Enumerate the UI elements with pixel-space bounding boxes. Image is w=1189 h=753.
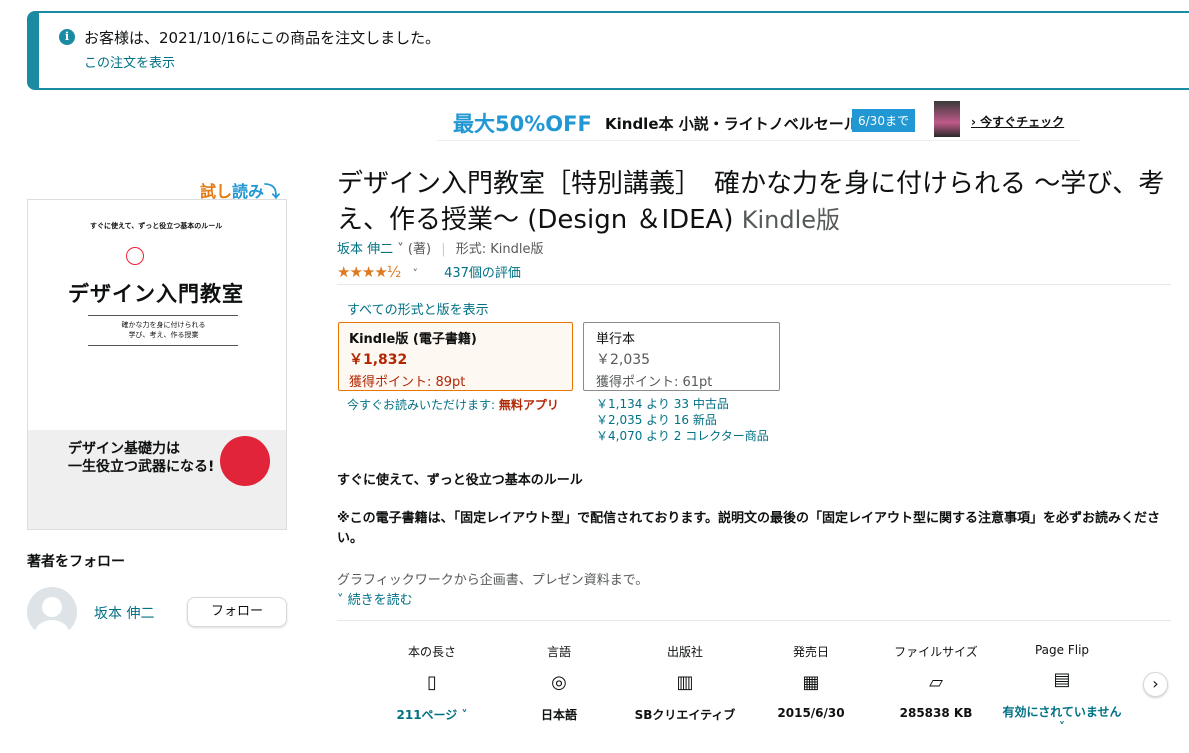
offer-used-link[interactable]: ￥1,134 より 33 中古品 — [596, 397, 729, 411]
cover-bottom-text: デザイン基礎力は 一生役立つ武器になる! — [68, 441, 215, 475]
star-rating-icon[interactable]: ★★★★½ — [337, 263, 401, 281]
order-message: お客様は、2021/10/16にこの商品を注文しました。 — [84, 29, 441, 47]
product-title: デザイン入門教室［特別講義］ 確かな力を身に付けられる ～学び、考え、作る授業～… — [337, 166, 1177, 238]
kindle-points: 獲得ポイント: 89pt — [349, 375, 466, 390]
rating-chevron-icon[interactable]: ˅ — [412, 267, 418, 280]
detail-page-flip: Page Flip ▤ 有効にされていません ˅ — [1002, 643, 1122, 734]
cover-small-text: 確かな力を身に付けられる 学び、考え、作る授業 — [121, 321, 206, 339]
title-divider — [337, 284, 1171, 285]
building-icon: ▥ — [676, 672, 694, 693]
description-note: ※この電子書籍は、「固定レイアウト型」で配信されております。説明文の最後の「固定… — [337, 511, 1161, 546]
read-now-label: 今すぐお読みいただけます: — [347, 398, 499, 412]
rating-row: ★★★★½ ˅ 437個の評価 — [337, 262, 521, 281]
cover-title: デザイン入門教室 — [68, 281, 244, 306]
offer-new-link[interactable]: ￥2,035 より 16 新品 — [596, 413, 717, 427]
rating-count-link[interactable]: 437個の評価 — [444, 266, 521, 281]
other-offers: ￥1,134 より 33 中古品 ￥2,035 より 16 新品 ￥4,070 … — [596, 396, 769, 444]
product-format-suffix: Kindle版 — [741, 206, 841, 234]
offer-collectible-link[interactable]: ￥4,070 より 2 コレクター商品 — [596, 429, 769, 443]
book-pages-icon: ▯ — [427, 672, 437, 693]
paper-price: ￥2,035 — [596, 352, 651, 368]
author-avatar[interactable] — [27, 587, 77, 637]
kindle-format-name: Kindle版 (電子書籍) — [349, 332, 477, 347]
detail-label: ファイルサイズ — [894, 645, 978, 659]
cover-rule-bottom — [88, 345, 238, 346]
cover-stamp — [126, 247, 144, 265]
order-alert: i お客様は、2021/10/16にこの商品を注文しました。 この注文を表示 — [27, 11, 1189, 90]
description-headline: すぐに使えて、ずっと役立つ基本のルール — [337, 473, 583, 488]
info-icon: i — [59, 29, 75, 45]
detail-value-link[interactable]: 211ページ ˅ — [372, 706, 492, 723]
page-flip-icon: ▤ — [1053, 669, 1071, 690]
description-divider — [337, 620, 1171, 621]
detail-release-date: 発売日 ▦ 2015/6/30 — [751, 643, 871, 720]
author-link[interactable]: 坂本 伸二 — [337, 242, 393, 257]
description-text: グラフィックワークから企画書、プレゼン資料まで。 — [337, 573, 649, 588]
calendar-icon: ▦ — [802, 672, 820, 693]
banner-discount: 最大50%OFF — [453, 112, 592, 136]
chevron-right-icon: › — [1152, 674, 1159, 693]
byline-divider: | — [441, 242, 446, 257]
paper-format-name: 単行本 — [596, 332, 636, 347]
free-app-link[interactable]: 無料アプリ — [499, 398, 559, 412]
carousel-next-button[interactable]: › — [1143, 672, 1168, 697]
cover-red-badge — [220, 436, 270, 486]
detail-value: 2015/6/30 — [777, 706, 845, 720]
kindle-price: ￥1,832 — [349, 352, 408, 368]
read-more-chevron-icon: ˅ — [337, 593, 344, 608]
read-more-link[interactable]: ˅ 続きを読む — [337, 589, 413, 608]
follow-button[interactable]: フォロー — [187, 597, 287, 627]
detail-publisher: 出版社 ▥ SBクリエイティブ — [625, 643, 745, 723]
all-formats-link[interactable]: すべての形式と版を表示 — [347, 299, 489, 318]
book-cover-image[interactable]: すぐに使えて、ずっと役立つ基本のルール デザイン入門教室 確かな力を身に付けられ… — [27, 199, 287, 530]
detail-value: 285838 KB — [899, 706, 973, 720]
byline: 坂本 伸二 ˅ (著) | 形式: Kindle版 — [337, 238, 544, 257]
sale-banner[interactable]: 最大50%OFF Kindle本 小説・ライトノベルセール 6/30まで › 今… — [437, 101, 1080, 141]
cover-rule-top — [88, 315, 238, 316]
product-details-carousel: 本の長さ ▯ 211ページ ˅ 言語 ◎ 日本語 出版社 ▥ SBクリエイティブ… — [372, 643, 1132, 753]
banner-book-thumbnail — [934, 101, 960, 137]
author-chevron-icon[interactable]: ˅ — [397, 242, 404, 257]
detail-book-length: 本の長さ ▯ 211ページ ˅ — [372, 643, 492, 723]
detail-file-size: ファイルサイズ ▱ 285838 KB — [876, 643, 996, 720]
banner-text: Kindle本 小説・ライトノベルセール — [605, 115, 859, 133]
detail-label: Page Flip — [1034, 643, 1090, 657]
detail-label: 発売日 — [792, 645, 829, 659]
banner-arrow-icon: › — [971, 115, 976, 129]
detail-value: 日本語 — [540, 708, 577, 722]
paper-points: 獲得ポイント: 61pt — [596, 375, 713, 390]
format-label: 形式: Kindle版 — [455, 242, 544, 257]
globe-icon: ◎ — [551, 672, 567, 693]
detail-value-link[interactable]: 有効にされていません ˅ — [1002, 703, 1122, 734]
banner-until-badge: 6/30まで — [852, 109, 915, 132]
detail-label: 言語 — [546, 645, 571, 659]
read-more-text: 続きを読む — [347, 593, 413, 608]
detail-value: SBクリエイティブ — [634, 708, 736, 722]
detail-label: 本の長さ — [407, 645, 456, 659]
cover-subtitle: すぐに使えて、ずっと役立つ基本のルール — [90, 222, 223, 230]
detail-label: 出版社 — [666, 645, 703, 659]
file-icon: ▱ — [929, 672, 943, 693]
detail-language: 言語 ◎ 日本語 — [499, 643, 619, 723]
read-now-text: 今すぐお読みいただけます: 無料アプリ — [347, 396, 559, 413]
view-order-link[interactable]: この注文を表示 — [84, 52, 175, 71]
author-role: (著) — [407, 242, 432, 257]
follow-author-name-link[interactable]: 坂本 伸二 — [94, 603, 154, 623]
format-option-kindle[interactable]: Kindle版 (電子書籍) ￥1,832 獲得ポイント: 89pt — [338, 322, 573, 391]
follow-author-heading: 著者をフォロー — [27, 554, 125, 570]
format-option-paperback[interactable]: 単行本 ￥2,035 獲得ポイント: 61pt — [583, 322, 780, 391]
banner-check-text: 今すぐチェック — [980, 115, 1065, 129]
banner-check-link[interactable]: › 今すぐチェック — [971, 113, 1064, 130]
